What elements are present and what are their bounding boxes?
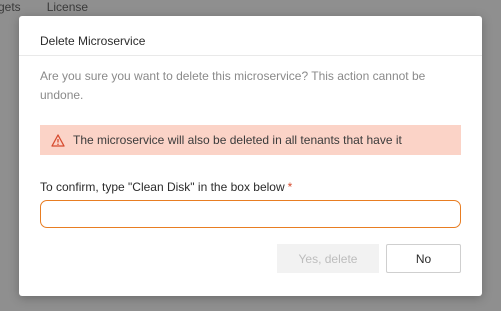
confirm-name-input[interactable] xyxy=(40,200,461,228)
dialog-title: Delete Microservice xyxy=(40,34,146,48)
background-tab-license: License xyxy=(46,0,89,14)
warning-banner: The microservice will also be deleted in… xyxy=(40,125,461,155)
no-button[interactable]: No xyxy=(386,244,461,273)
dialog-message: Are you sure you want to delete this mic… xyxy=(40,69,426,102)
warning-triangle-icon xyxy=(51,133,65,147)
confirm-label-text: To confirm, type "Clean Disk" in the box… xyxy=(40,180,285,194)
background-tab-targets: rgets xyxy=(0,0,21,14)
confirm-label: To confirm, type "Clean Disk" in the box… xyxy=(40,180,292,194)
delete-microservice-dialog: Delete Microservice Are you sure you wan… xyxy=(19,16,482,296)
required-marker: * xyxy=(287,180,293,194)
warning-text: The microservice will also be deleted in… xyxy=(73,133,402,147)
yes-delete-button[interactable]: Yes, delete xyxy=(277,244,379,273)
background-tabs: rgets License xyxy=(0,0,88,14)
title-divider xyxy=(19,55,482,56)
